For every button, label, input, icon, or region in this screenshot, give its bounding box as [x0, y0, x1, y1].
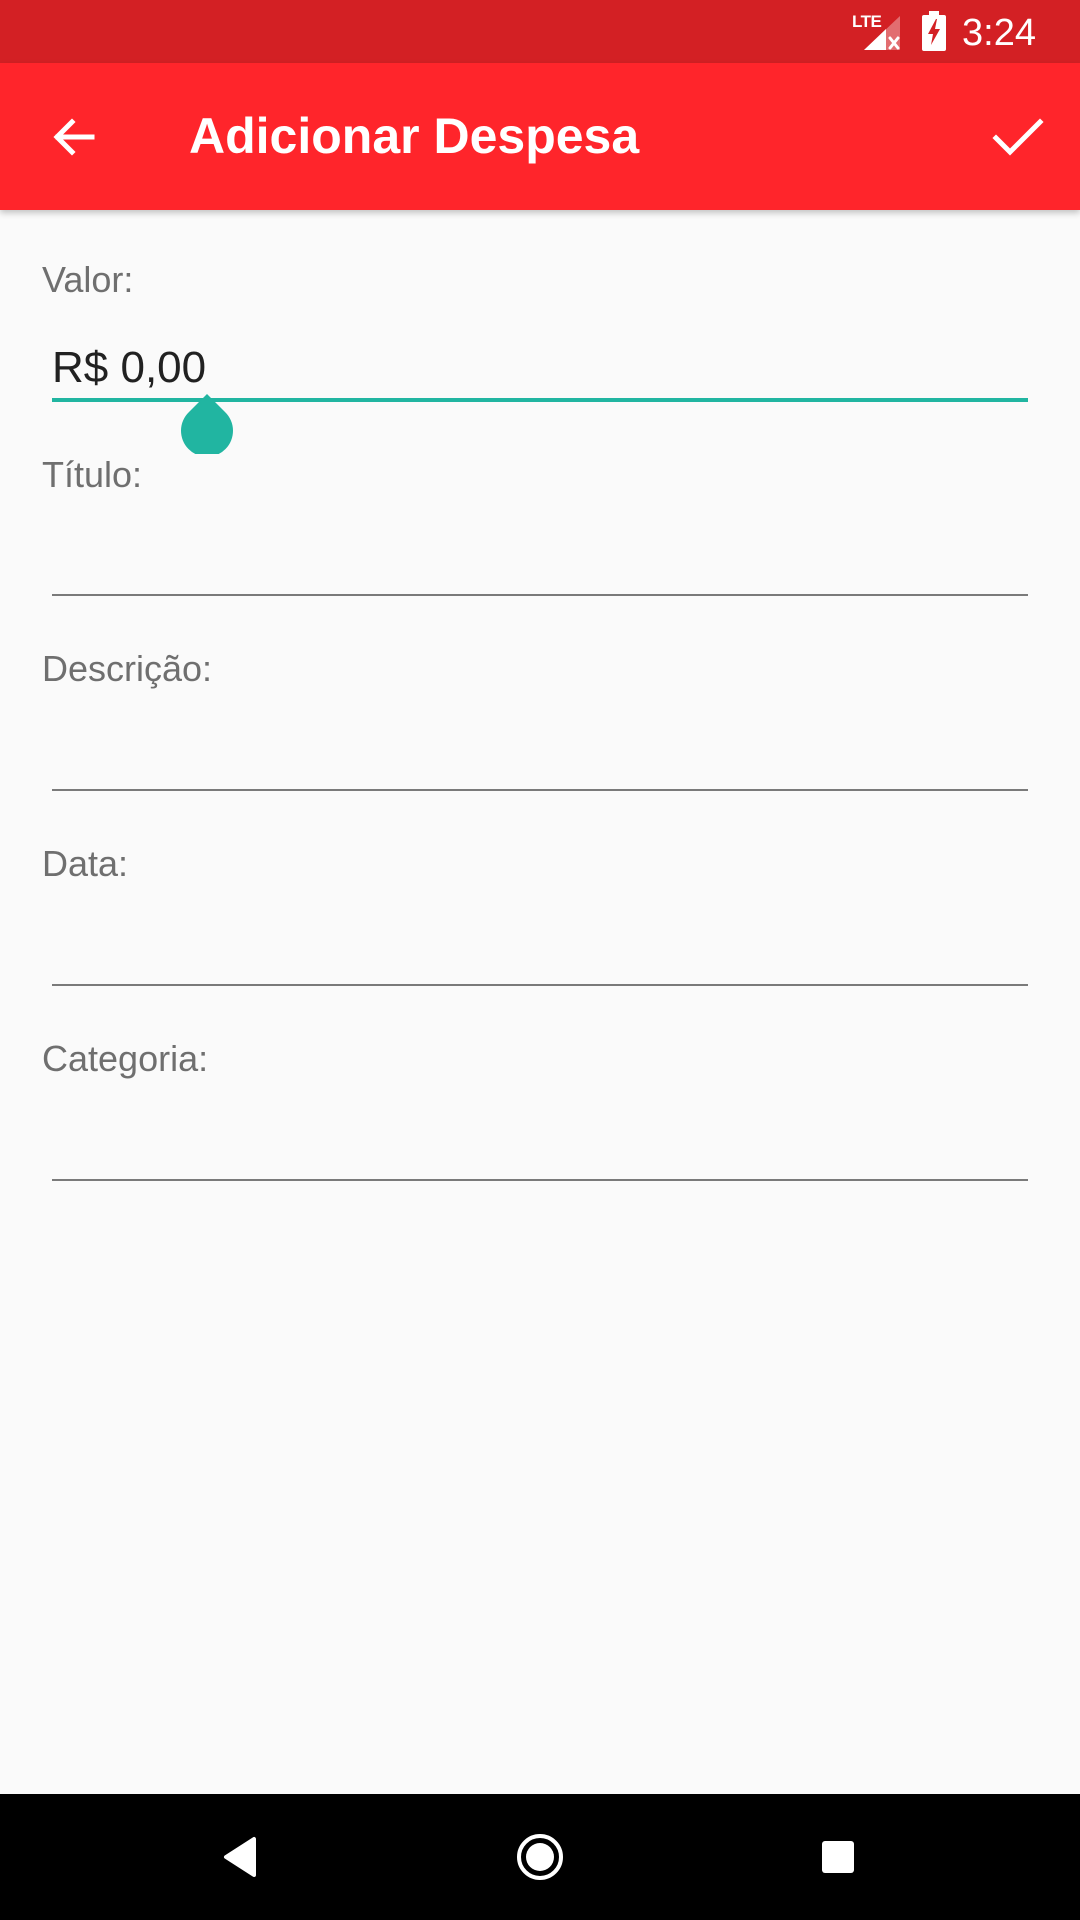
navigation-bar	[0, 1794, 1080, 1920]
data-input[interactable]	[52, 922, 1028, 986]
data-label: Data:	[42, 843, 129, 884]
status-bar: LTE 3:24	[0, 0, 1080, 63]
nav-back-button[interactable]	[202, 1819, 278, 1895]
titulo-label: Título:	[42, 454, 143, 495]
back-triangle-icon	[224, 1837, 256, 1877]
descricao-input[interactable]	[52, 727, 1028, 791]
page-title: Adicionar Despesa	[189, 108, 640, 164]
valor-label: Valor:	[42, 259, 134, 300]
titulo-input[interactable]	[52, 532, 1028, 596]
confirm-button[interactable]	[982, 103, 1054, 171]
nav-recents-button[interactable]	[800, 1819, 876, 1895]
check-icon	[992, 118, 1044, 156]
back-button[interactable]	[40, 103, 108, 171]
status-time: 3:24	[962, 12, 1036, 54]
arrow-back-icon	[53, 118, 95, 156]
descricao-label: Descrição:	[42, 648, 213, 689]
categoria-input[interactable]	[52, 1117, 1028, 1181]
recents-square-icon	[822, 1841, 854, 1873]
text-cursor-handle[interactable]	[180, 392, 234, 454]
battery-charging-icon	[922, 11, 946, 51]
nav-home-button[interactable]	[502, 1819, 578, 1895]
app-bar: Adicionar Despesa	[0, 63, 1080, 210]
categoria-label: Categoria:	[42, 1038, 209, 1079]
signal-no-data-icon	[864, 16, 900, 50]
home-circle-icon	[517, 1834, 563, 1880]
